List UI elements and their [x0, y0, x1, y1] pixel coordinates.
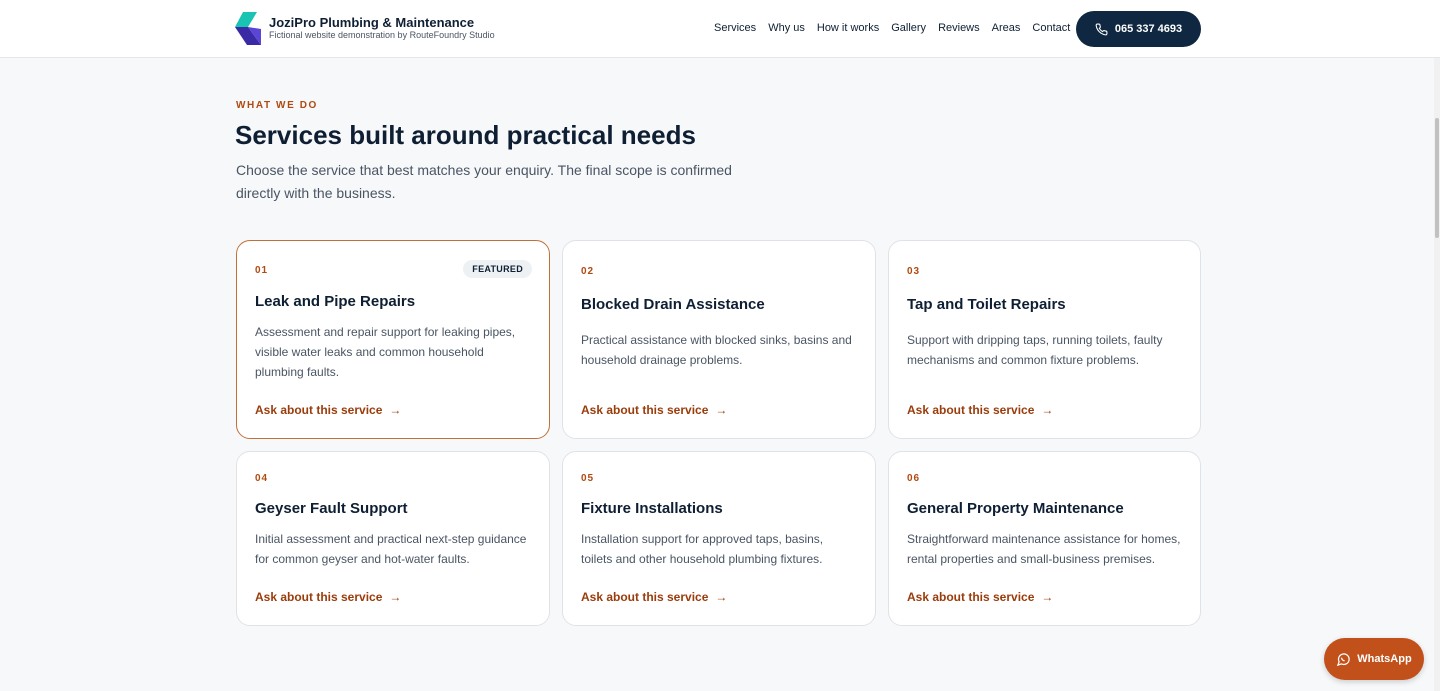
- card-number: 05: [581, 473, 595, 484]
- card-description: Practical assistance with blocked sinks,…: [581, 333, 852, 367]
- link-label: Ask about this service: [581, 403, 709, 417]
- service-card-2[interactable]: 02 Blocked Drain Assistance Practical as…: [562, 240, 876, 439]
- brand-subtitle: Fictional website demonstration by Route…: [269, 30, 495, 40]
- card-description: Support with dripping taps, running toil…: [907, 333, 1163, 367]
- service-card-1[interactable]: 01 FEATURED Leak and Pipe Repairs Assess…: [236, 240, 550, 439]
- card-number: 06: [907, 473, 921, 484]
- scrollbar-thumb[interactable]: [1435, 118, 1439, 238]
- link-label: Ask about this service: [581, 590, 709, 604]
- brand-text: JoziPro Plumbing & Maintenance Fictional…: [269, 16, 495, 41]
- nav-how-it-works[interactable]: How it works: [817, 22, 879, 34]
- card-number: 04: [255, 473, 269, 484]
- nav-gallery[interactable]: Gallery: [891, 22, 926, 34]
- nav-why-us[interactable]: Why us: [768, 22, 805, 34]
- link-label: Ask about this service: [907, 403, 1035, 417]
- card-title: Tap and Toilet Repairs: [907, 296, 1066, 313]
- arrow-right-icon: →: [389, 590, 402, 604]
- whatsapp-button[interactable]: WhatsApp: [1324, 638, 1424, 680]
- ask-service-link[interactable]: Ask about this service →: [255, 590, 401, 604]
- service-card-4[interactable]: 04 Geyser Fault Support Initial assessme…: [236, 451, 550, 626]
- brand[interactable]: JoziPro Plumbing & Maintenance Fictional…: [235, 12, 495, 45]
- card-title: Geyser Fault Support: [255, 500, 408, 517]
- main-nav: Services Why us How it works Gallery Rev…: [714, 22, 1082, 34]
- brand-title: JoziPro Plumbing & Maintenance: [269, 15, 475, 30]
- phone-number: 065 337 4693: [1114, 23, 1183, 35]
- arrow-right-icon: →: [715, 590, 728, 604]
- service-card-5[interactable]: 05 Fixture Installations Installation su…: [562, 451, 876, 626]
- link-label: Ask about this service: [255, 403, 383, 417]
- page-scrollbar[interactable]: [1434, 58, 1440, 691]
- service-card-6[interactable]: 06 General Property Maintenance Straight…: [888, 451, 1201, 626]
- section-title: Services built around practical needs: [235, 120, 696, 150]
- ask-service-link[interactable]: Ask about this service →: [581, 403, 727, 417]
- phone-icon: [1095, 23, 1108, 35]
- card-title: Blocked Drain Assistance: [581, 296, 765, 313]
- card-title: General Property Maintenance: [907, 500, 1124, 517]
- ask-service-link[interactable]: Ask about this service →: [581, 590, 727, 604]
- section-intro: Choose the service that best matches you…: [236, 162, 732, 201]
- featured-badge: FEATURED: [463, 260, 532, 278]
- card-number: 02: [581, 266, 595, 277]
- card-title: Leak and Pipe Repairs: [255, 293, 416, 310]
- card-description: Initial assessment and practical next-st…: [255, 532, 527, 566]
- card-description: Installation support for approved taps, …: [581, 532, 824, 566]
- arrow-right-icon: →: [1041, 590, 1054, 604]
- nav-reviews[interactable]: Reviews: [938, 22, 980, 34]
- link-label: Ask about this service: [907, 590, 1035, 604]
- ask-service-link[interactable]: Ask about this service →: [907, 403, 1053, 417]
- nav-areas[interactable]: Areas: [992, 22, 1021, 34]
- link-label: Ask about this service: [255, 590, 383, 604]
- card-number: 01: [255, 265, 269, 276]
- service-card-3[interactable]: 03 Tap and Toilet Repairs Support with d…: [888, 240, 1201, 439]
- chat-bubble-icon: [1337, 652, 1351, 666]
- ask-service-link[interactable]: Ask about this service →: [907, 590, 1053, 604]
- call-button[interactable]: 065 337 4693: [1076, 11, 1201, 47]
- whatsapp-label: WhatsApp: [1357, 653, 1412, 665]
- section-eyebrow: WHAT WE DO: [236, 100, 318, 111]
- arrow-right-icon: →: [715, 403, 728, 417]
- card-description: Assessment and repair support for leakin…: [255, 325, 516, 379]
- nav-services[interactable]: Services: [714, 22, 756, 34]
- ask-service-link[interactable]: Ask about this service →: [255, 403, 401, 417]
- nav-contact[interactable]: Contact: [1032, 22, 1070, 34]
- card-description: Straightforward maintenance assistance f…: [907, 532, 1181, 566]
- arrow-right-icon: →: [389, 403, 402, 417]
- card-number: 03: [907, 266, 921, 277]
- site-header: JoziPro Plumbing & Maintenance Fictional…: [0, 0, 1440, 58]
- arrow-right-icon: →: [1041, 403, 1054, 417]
- card-title: Fixture Installations: [581, 500, 723, 517]
- brand-logo-icon: [235, 12, 261, 45]
